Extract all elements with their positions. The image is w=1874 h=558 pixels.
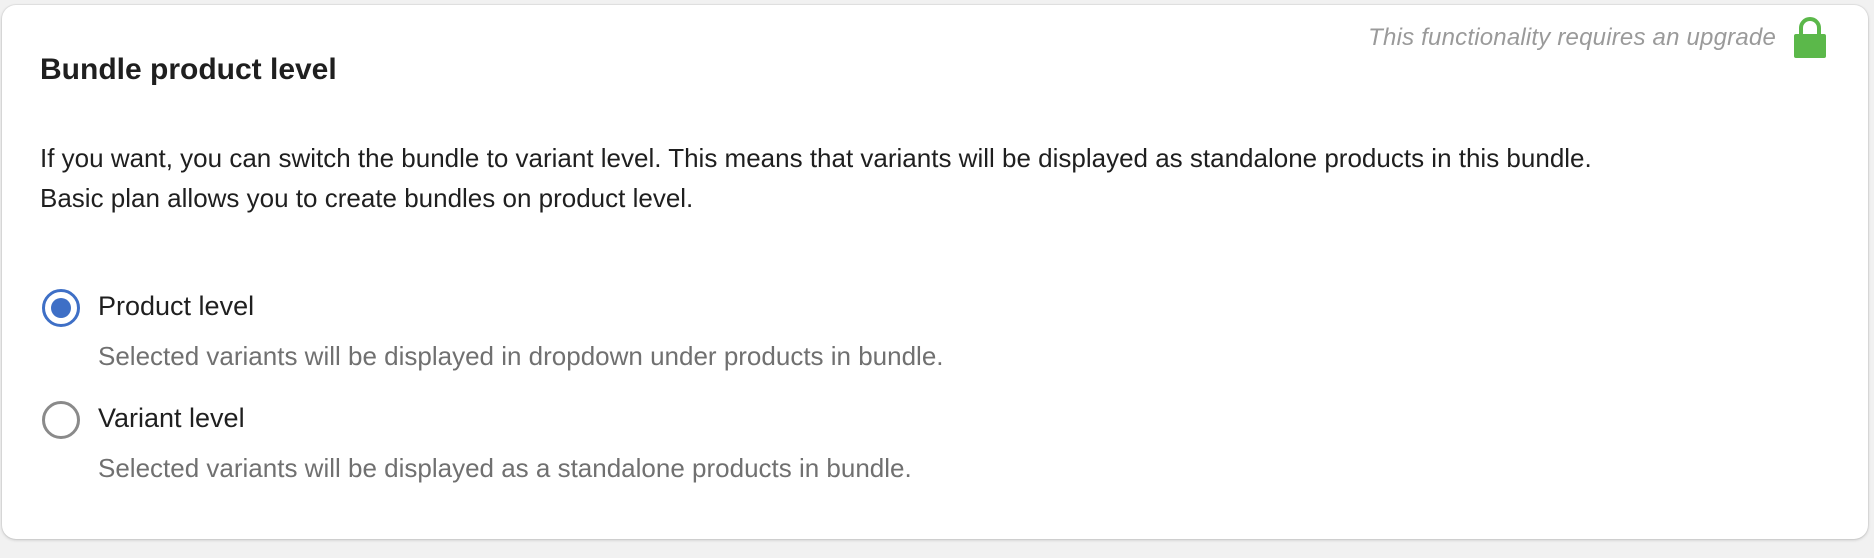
- card-description: If you want, you can switch the bundle t…: [40, 138, 1840, 218]
- product-level-help-text: Selected variants will be displayed in d…: [98, 341, 944, 371]
- lock-icon: [1794, 17, 1826, 58]
- bundle-product-level-card: This functionality requires an upgrade B…: [2, 5, 1868, 539]
- product-level-label[interactable]: Product level: [98, 291, 254, 322]
- variant-level-label[interactable]: Variant level: [98, 403, 245, 434]
- product-level-radio[interactable]: [42, 289, 80, 327]
- description-line-1: If you want, you can switch the bundle t…: [40, 143, 1592, 173]
- variant-level-help-text: Selected variants will be displayed as a…: [98, 453, 912, 483]
- upgrade-note-text: This functionality requires an upgrade: [1368, 24, 1776, 51]
- description-line-2: Basic plan allows you to create bundles …: [40, 183, 694, 213]
- upgrade-notice: This functionality requires an upgrade: [1368, 17, 1828, 59]
- card-title: Bundle product level: [40, 53, 337, 86]
- variant-level-radio[interactable]: [42, 401, 80, 439]
